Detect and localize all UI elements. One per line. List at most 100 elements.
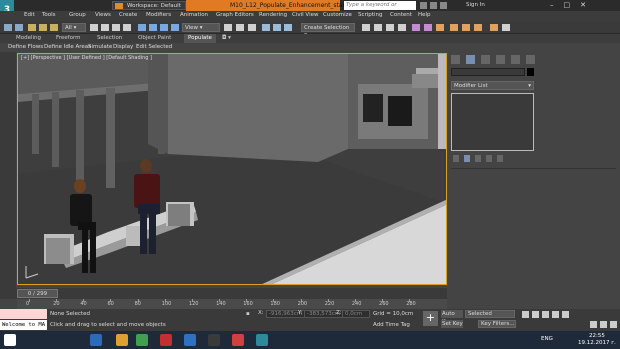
lock-icon[interactable]: ▪ — [246, 311, 250, 317]
language-indicator[interactable]: ENG — [541, 336, 553, 342]
menu-group[interactable]: Group — [69, 12, 86, 18]
align-icon[interactable] — [374, 24, 382, 31]
add-time-tag[interactable]: Add Time Tag — [373, 322, 410, 328]
viewport-label[interactable]: [+] [Perspective ] [User Defined ] [Defa… — [21, 55, 152, 61]
maxscript-listener-pink[interactable] — [0, 309, 47, 319]
bind-space-warp-icon[interactable] — [50, 24, 58, 31]
make-unique-icon[interactable] — [475, 155, 481, 162]
reference-coordinate-dropdown[interactable]: View ▾ — [182, 23, 220, 32]
render-cloud-icon[interactable] — [490, 24, 498, 31]
a360-icon[interactable] — [502, 24, 510, 31]
rotate-icon[interactable] — [149, 24, 157, 31]
menu-content[interactable]: Content — [390, 12, 412, 18]
show-end-result-icon[interactable] — [464, 155, 470, 162]
keyboard-shortcut-icon[interactable] — [248, 24, 256, 31]
firefox-icon[interactable] — [160, 334, 172, 346]
app-icon[interactable] — [208, 334, 220, 346]
menu-views[interactable]: Views — [95, 12, 111, 18]
menu-edit[interactable]: Edit — [24, 12, 35, 18]
tab-freeform[interactable]: Freeform — [56, 35, 81, 41]
unlink-icon[interactable] — [39, 24, 47, 31]
time-slider-thumb[interactable]: 0 / 299 — [17, 289, 58, 298]
clock[interactable]: 22:55 19.12.2017 г. — [578, 333, 616, 347]
simulate-button[interactable]: Simulate — [88, 44, 112, 50]
render-setup-icon[interactable] — [450, 24, 458, 31]
tab-modeling[interactable]: Modeling — [16, 35, 41, 41]
motion-tab-icon[interactable] — [496, 55, 505, 64]
remove-modifier-icon[interactable] — [486, 155, 492, 162]
chrome-icon[interactable] — [136, 334, 148, 346]
edit-selected-button[interactable]: Edit Selected — [136, 44, 172, 50]
mirror-icon[interactable] — [362, 24, 370, 31]
define-flows-button[interactable]: Define Flows — [8, 44, 43, 50]
minimize-button[interactable]: – — [550, 1, 554, 9]
angle-snap-icon[interactable] — [273, 24, 281, 31]
orbit-icon[interactable] — [610, 321, 617, 328]
perspective-viewport[interactable]: [+] [Perspective ] [User Defined ] [Defa… — [17, 53, 447, 285]
key-mode-dropdown[interactable]: Selected — [465, 310, 515, 318]
add-icon[interactable]: + — [423, 311, 438, 326]
play-icon[interactable] — [542, 311, 549, 318]
display-tab-icon[interactable] — [511, 55, 520, 64]
word-icon[interactable] — [184, 334, 196, 346]
auto-key-button[interactable]: Auto Key — [441, 310, 463, 325]
tab-populate[interactable]: Populate — [184, 34, 216, 43]
pivot-center-icon[interactable] — [224, 24, 232, 31]
selection-filter-dropdown[interactable]: All ▾ — [62, 23, 86, 32]
prev-frame-icon[interactable] — [532, 311, 539, 318]
link-icon[interactable] — [28, 24, 36, 31]
create-tab-icon[interactable] — [451, 55, 460, 64]
window-crossing-icon[interactable] — [123, 24, 131, 31]
tab-object-paint[interactable]: Object Paint — [138, 35, 171, 41]
internet-explorer-icon[interactable] — [90, 334, 102, 346]
percent-snap-icon[interactable] — [284, 24, 292, 31]
track-bar[interactable]: 0 20 40 60 80 100 120 140 160 180 200 220 240 260 280 — [17, 299, 447, 309]
menu-graph-editors[interactable]: Graph Editors — [216, 12, 254, 18]
place-icon[interactable] — [171, 24, 179, 31]
redo-icon[interactable] — [15, 24, 23, 31]
time-slider[interactable]: 0 / 299 — [0, 288, 447, 299]
workspace-dropdown[interactable]: Workspace: Default — [112, 1, 186, 10]
select-by-name-icon[interactable] — [101, 24, 109, 31]
goto-start-icon[interactable] — [522, 311, 529, 318]
render-icon[interactable] — [474, 24, 482, 31]
snaps-toggle-icon[interactable] — [262, 24, 270, 31]
goto-end-icon[interactable] — [562, 311, 569, 318]
menu-animation[interactable]: Animation — [180, 12, 208, 18]
maxscript-listener[interactable]: Welcome to MA — [0, 320, 47, 330]
key-filters-button[interactable]: Key Filters... — [478, 320, 516, 328]
menu-create[interactable]: Create — [119, 12, 137, 18]
binoculars-icon[interactable] — [420, 2, 427, 9]
select-manipulate-icon[interactable] — [236, 24, 244, 31]
ribbon-options-icon[interactable]: ◘ ▾ — [222, 35, 231, 41]
rectangle-selection-icon[interactable] — [112, 24, 120, 31]
display-button[interactable]: Display — [113, 44, 133, 50]
tab-selection[interactable]: Selection — [97, 35, 122, 41]
modifier-list-dropdown[interactable]: Modifier List ▾ — [451, 81, 534, 90]
select-object-icon[interactable] — [90, 24, 98, 31]
zoom-icon[interactable] — [590, 321, 597, 328]
ribbon-toggle-icon[interactable] — [398, 24, 406, 31]
3dsmax-taskbar-icon[interactable] — [256, 334, 268, 346]
pin-stack-icon[interactable] — [453, 155, 459, 162]
menu-tools[interactable]: Tools — [42, 12, 56, 18]
modify-tab-icon[interactable] — [466, 55, 475, 64]
windows-start-icon[interactable] — [4, 334, 16, 346]
define-idle-areas-button[interactable]: Define Idle Areas — [44, 44, 91, 50]
next-frame-icon[interactable] — [552, 311, 559, 318]
user-icon[interactable] — [440, 2, 447, 9]
menu-help[interactable]: Help — [418, 12, 431, 18]
configure-modifier-sets-icon[interactable] — [497, 155, 503, 162]
sign-in-link[interactable]: Sign In — [466, 2, 485, 8]
rendered-frame-icon[interactable] — [462, 24, 470, 31]
menu-rendering[interactable]: Rendering — [259, 12, 287, 18]
move-icon[interactable] — [138, 24, 146, 31]
object-color-swatch[interactable] — [527, 68, 534, 76]
curve-editor-icon[interactable] — [412, 24, 420, 31]
schematic-view-icon[interactable] — [424, 24, 432, 31]
pan-icon[interactable] — [600, 321, 607, 328]
hierarchy-tab-icon[interactable] — [481, 55, 490, 64]
close-button[interactable]: ✕ — [580, 1, 586, 9]
maximize-button[interactable]: □ — [564, 1, 571, 9]
object-name-field[interactable] — [451, 68, 525, 76]
